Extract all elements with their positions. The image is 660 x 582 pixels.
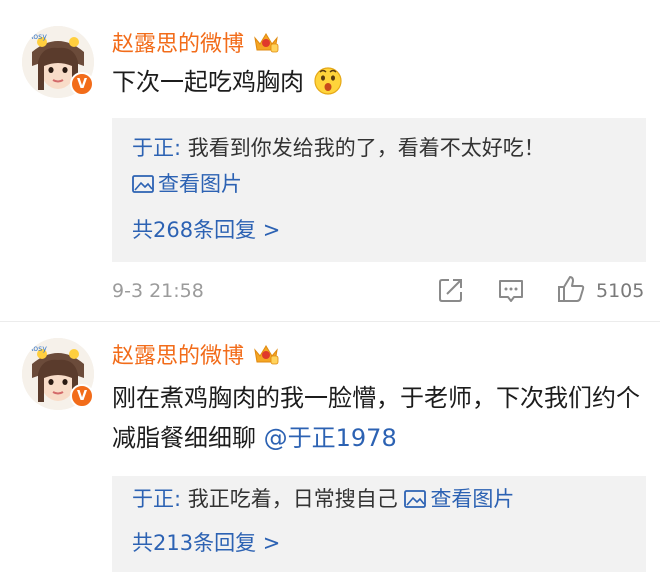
more-replies-link[interactable]: 共268条回复 >	[132, 214, 280, 244]
reply-text: 我正吃着，日常搜自己	[181, 487, 405, 511]
more-replies-link[interactable]: 共213条回复 >	[132, 527, 280, 557]
reply-preview: 于正: 我正吃着，日常搜自己 查看图片	[132, 481, 632, 517]
view-picture-link[interactable]: 查看图片	[404, 487, 514, 511]
comment-item-2: Rosy V 赵露思的微博 刚在煮鸡胸肉的我一脸懵，于老师，下次我们约个减脂餐细…	[0, 322, 660, 582]
picture-icon	[404, 483, 427, 508]
reply-author[interactable]: 于正:	[132, 487, 181, 511]
comment-meta-bar: 9-3 21:58 5105	[0, 272, 660, 312]
comment-body: 下次一起吃鸡胸肉	[112, 68, 304, 96]
reply-author[interactable]: 于正:	[132, 136, 181, 160]
svg-text:Rosy: Rosy	[28, 32, 47, 41]
crown-membership-icon	[252, 342, 280, 366]
mention-link[interactable]: @于正1978	[264, 424, 397, 452]
view-picture-label: 查看图片	[158, 172, 242, 196]
username[interactable]: 赵露思的微博	[112, 26, 280, 58]
crown-membership-icon	[252, 30, 280, 54]
comment-icon[interactable]	[497, 278, 525, 304]
username-label: 赵露思的微博	[112, 32, 245, 57]
verified-badge-icon: V	[70, 384, 94, 408]
view-picture-label: 查看图片	[430, 487, 515, 511]
username[interactable]: 赵露思的微博	[112, 338, 280, 370]
reply-text: 我看到你发给我的了，看着不太好吃！	[181, 136, 545, 160]
like-count: 5105	[596, 280, 645, 302]
username-label: 赵露思的微博	[112, 344, 245, 369]
like-icon[interactable]	[556, 274, 586, 304]
picture-icon	[132, 168, 154, 193]
svg-text:Rosy: Rosy	[28, 344, 47, 353]
verified-badge-icon: V	[70, 72, 94, 96]
share-icon[interactable]	[437, 276, 465, 304]
reply-box[interactable]: 于正: 我看到你发给我的了，看着不太好吃！ 查看图片 共268条回复 >	[112, 118, 646, 262]
view-picture-link[interactable]: 查看图片	[132, 172, 242, 196]
comment-item-1: Rosy V 赵露思的微博 下次一起吃鸡胸肉 于正: 我看到你发给我的了，看着不…	[0, 0, 660, 322]
comment-text: 下次一起吃鸡胸肉	[112, 62, 642, 102]
reply-preview: 于正: 我看到你发给我的了，看着不太好吃！ 查看图片	[132, 130, 632, 202]
comment-text: 刚在煮鸡胸肉的我一脸懵，于老师，下次我们约个减脂餐细细聊 @于正1978	[112, 378, 642, 458]
timestamp: 9-3 21:58	[112, 280, 204, 302]
emoji-icon	[312, 64, 344, 96]
reply-box[interactable]: 于正: 我正吃着，日常搜自己 查看图片 共213条回复 >	[112, 476, 646, 572]
